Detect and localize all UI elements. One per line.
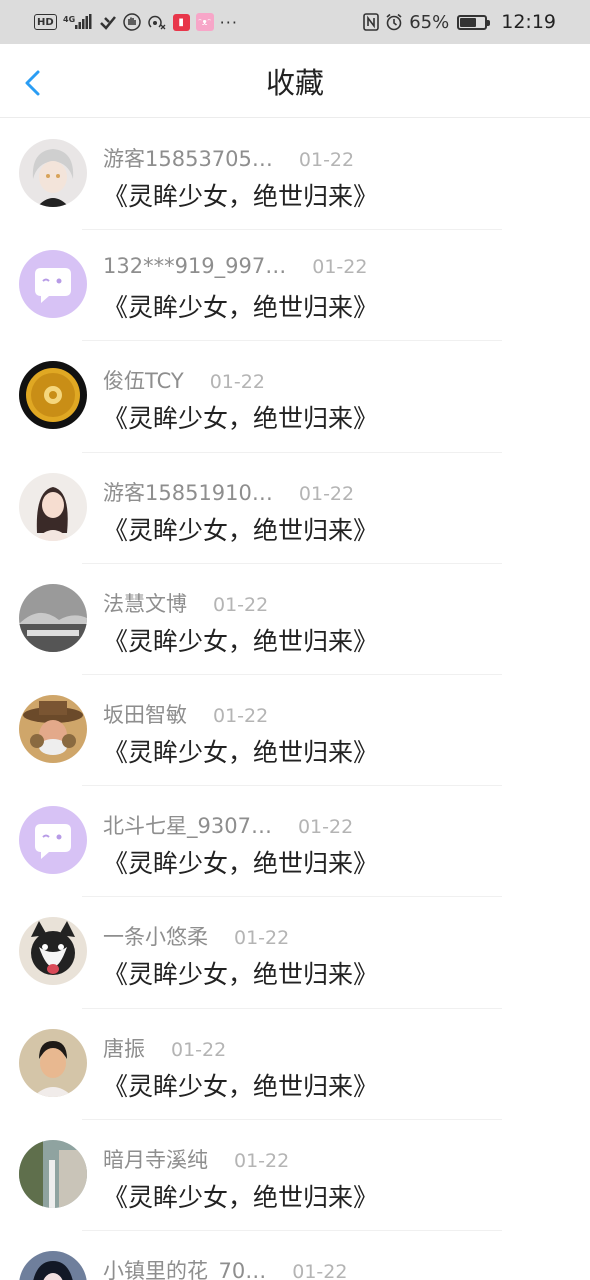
avatar[interactable]	[19, 472, 87, 541]
collect-date: 01-22	[209, 371, 265, 394]
avatar[interactable]	[19, 1139, 87, 1208]
book-title: 《灵眸少女，绝世归来》	[103, 1182, 379, 1212]
list-item[interactable]: 法慧文博 01-22 《灵眸少女，绝世归来》	[0, 564, 590, 675]
svg-text:4G: 4G	[63, 15, 75, 24]
user-name[interactable]: 法慧文博	[103, 588, 187, 618]
user-name[interactable]: 一条小悠柔	[103, 921, 208, 951]
avatar[interactable]	[19, 1028, 87, 1097]
user-name[interactable]: 北斗七星_9307…	[103, 810, 272, 840]
nav-header: 收藏	[0, 44, 590, 118]
book-title: 《灵眸少女，绝世归来》	[103, 182, 379, 211]
user-name[interactable]: 俊伍TCY	[103, 365, 184, 395]
list-item[interactable]: 一条小悠柔 01-22 《灵眸少女，绝世归来》	[0, 897, 590, 1009]
collect-date: 01-22	[171, 1038, 227, 1061]
book-app-icon: ▮	[172, 13, 190, 31]
list-item[interactable]: 坂田智敏 01-22 《灵眸少女，绝世归来》	[0, 675, 590, 787]
book-title: 《灵眸少女，绝世归来》	[103, 293, 379, 323]
nfc-icon	[363, 13, 380, 31]
avatar[interactable]	[19, 583, 87, 652]
list-item[interactable]: 唐振 01-22 《灵眸少女，绝世归来》	[0, 1009, 590, 1120]
list-item[interactable]: 俊伍TCY 01-22 《灵眸少女，绝世归来》	[0, 341, 590, 453]
collect-date: 01-22	[213, 593, 269, 616]
hand-icon	[122, 13, 141, 31]
book-title: 《灵眸少女，绝世归来》	[103, 849, 379, 879]
user-meta: 游客15851910… 01-22	[103, 477, 354, 507]
user-name[interactable]: 唐振	[103, 1033, 145, 1063]
user-meta: 一条小悠柔 01-22	[103, 921, 289, 951]
user-name[interactable]: 132***919_997…	[103, 254, 286, 278]
hd-icon: HD	[34, 14, 57, 30]
list-item[interactable]: 132***919_997… 01-22 《灵眸少女，绝世归来》	[0, 230, 590, 342]
signal-icon: 4G	[63, 13, 93, 31]
collect-date: 01-22	[312, 256, 368, 279]
status-bar: HD 4G ▮ ᵔᴥᵔ ··· 65% 12:19	[0, 0, 590, 44]
collect-date: 01-22	[292, 1260, 348, 1280]
user-meta: 俊伍TCY 01-22	[103, 365, 265, 395]
status-right: 65% 12:19	[363, 11, 556, 33]
list-item[interactable]: 游客15853705… 01-22 《灵眸少女，绝世归来》	[0, 119, 590, 231]
alarm-icon	[385, 13, 403, 31]
user-meta: 小镇里的花_70… 01-22	[103, 1255, 347, 1280]
list-item[interactable]: 游客15851910… 01-22 《灵眸少女，绝世归来》	[0, 453, 590, 564]
avatar[interactable]	[19, 917, 87, 986]
list-item[interactable]: 小镇里的花_70… 01-22	[0, 1231, 590, 1280]
avatar[interactable]	[19, 806, 87, 875]
user-name[interactable]: 坂田智敏	[103, 699, 187, 729]
list-item[interactable]: 北斗七星_9307… 01-22 《灵眸少女，绝世归来》	[0, 786, 590, 898]
chevron-left-icon	[25, 70, 40, 96]
user-meta: 坂田智敏 01-22	[103, 699, 268, 729]
battery-icon	[457, 14, 491, 30]
book-title: 《灵眸少女，绝世归来》	[103, 626, 379, 656]
favorites-list: 游客15853705… 01-22 《灵眸少女，绝世归来》 132***919_997…	[0, 119, 590, 1280]
book-title: 《灵眸少女，绝世归来》	[103, 515, 379, 545]
book-title: 《灵眸少女，绝世归来》	[103, 1071, 379, 1101]
hotspot-icon	[147, 13, 167, 31]
status-left: HD 4G ▮ ᵔᴥᵔ ···	[34, 12, 238, 32]
user-meta: 游客15853705… 01-22	[103, 143, 354, 173]
avatar[interactable]	[19, 1250, 87, 1280]
back-button[interactable]	[20, 68, 50, 98]
user-meta: 唐振 01-22	[103, 1033, 226, 1063]
battery-percent: 65%	[409, 11, 450, 33]
avatar[interactable]	[19, 139, 87, 207]
list-item[interactable]: 暗月寺溪纯 01-22 《灵眸少女，绝世归来》	[0, 1120, 590, 1231]
avatar[interactable]	[19, 694, 87, 763]
user-meta: 北斗七星_9307… 01-22	[103, 810, 353, 840]
user-name[interactable]: 游客15851910…	[103, 477, 273, 507]
collect-date: 01-22	[234, 1149, 290, 1172]
avatar[interactable]	[19, 250, 87, 319]
page-title: 收藏	[265, 65, 324, 100]
user-meta: 法慧文博 01-22	[103, 588, 268, 618]
user-name[interactable]: 小镇里的花_70…	[103, 1255, 266, 1280]
book-title: 《灵眸少女，绝世归来》	[103, 737, 379, 767]
bunny-app-icon: ᵔᴥᵔ	[195, 13, 214, 31]
book-title: 《灵眸少女，绝世归来》	[103, 960, 379, 990]
collect-date: 01-22	[297, 816, 354, 839]
battery-fill	[460, 17, 476, 27]
collect-date: 01-22	[298, 149, 355, 171]
user-meta: 132***919_997… 01-22	[103, 254, 367, 278]
clock: 12:19	[501, 11, 556, 33]
user-name[interactable]: 暗月寺溪纯	[103, 1144, 208, 1174]
book-title: 《灵眸少女，绝世归来》	[103, 404, 379, 434]
user-meta: 暗月寺溪纯 01-22	[103, 1144, 289, 1174]
user-name[interactable]: 游客15853705…	[103, 143, 273, 173]
more-notifications-icon: ···	[219, 12, 238, 32]
collect-date: 01-22	[213, 704, 269, 727]
link-icon	[99, 13, 117, 31]
collect-date: 01-22	[298, 482, 355, 505]
collect-date: 01-22	[234, 927, 290, 950]
avatar[interactable]	[19, 361, 87, 430]
